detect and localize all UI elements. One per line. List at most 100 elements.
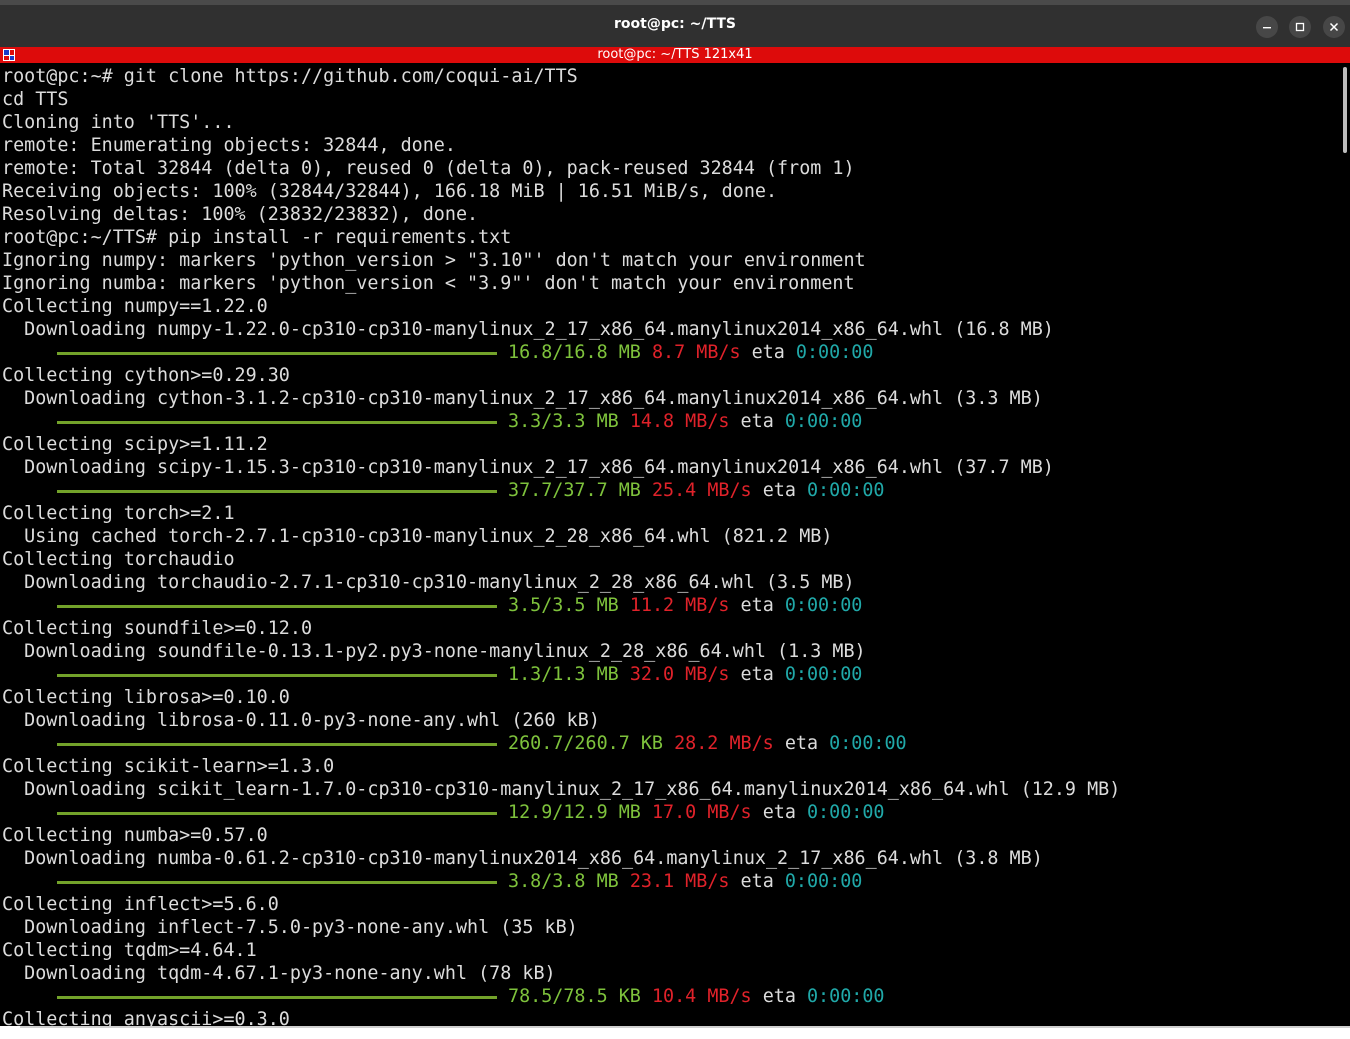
download-progress-bar <box>57 674 497 677</box>
download-rate: 28.2 MB/s <box>674 733 774 754</box>
download-rate: 32.0 MB/s <box>629 664 730 685</box>
eta-value: 0:00:00 <box>795 342 874 363</box>
terminal-window: root@pc: ~/TTS root@pc: ~/TTS 121x41 roo… <box>0 0 1350 1026</box>
download-progress-stats: 37.7/37.7 MB 25.4 MB/s eta 0:00:00 <box>508 479 885 502</box>
terminal-line: Collecting torchaudio <box>2 549 235 570</box>
terminal-line: Downloading numba-0.61.2-cp310-cp310-man… <box>2 848 1043 869</box>
terminal-line: cd TTS <box>2 89 69 110</box>
download-progress-bar <box>57 490 497 493</box>
download-rate: 10.4 MB/s <box>651 986 752 1007</box>
eta-value: 0:00:00 <box>784 411 863 432</box>
terminal-line: root@pc:~/TTS# pip install -r requiremen… <box>2 227 512 248</box>
terminal-line: Collecting soundfile>=0.12.0 <box>2 618 313 639</box>
terminal-scrollbar[interactable] <box>1340 63 1350 1026</box>
minimize-icon <box>1263 27 1271 29</box>
window-titlebar[interactable]: root@pc: ~/TTS <box>0 0 1350 47</box>
maximize-button[interactable] <box>1289 16 1311 38</box>
eta-label: eta <box>740 595 774 616</box>
terminal-line: Downloading torchaudio-2.7.1-cp310-cp310… <box>2 572 855 593</box>
download-progress-stats: 1.3/1.3 MB 32.0 MB/s eta 0:00:00 <box>508 663 862 686</box>
download-progress-stats: 16.8/16.8 MB 8.7 MB/s eta 0:00:00 <box>508 341 873 364</box>
download-size: 3.5/3.5 MB <box>508 595 619 616</box>
scrollbar-thumb[interactable] <box>1343 67 1347 153</box>
download-progress-stats: 78.5/78.5 KB 10.4 MB/s eta 0:00:00 <box>508 985 885 1008</box>
terminal-line: Downloading tqdm-4.67.1-py3-none-any.whl… <box>2 963 556 984</box>
download-size: 12.9/12.9 MB <box>508 802 641 823</box>
minimize-button[interactable] <box>1256 16 1278 38</box>
terminal-line: Receiving objects: 100% (32844/32844), 1… <box>2 181 778 202</box>
terminal-line: Collecting cython>=0.29.30 <box>2 365 290 386</box>
eta-value: 0:00:00 <box>806 480 885 501</box>
eta-value: 0:00:00 <box>829 733 907 754</box>
download-rate: 23.1 MB/s <box>629 871 730 892</box>
terminal-line: Downloading scikit_learn-1.7.0-cp310-cp3… <box>2 779 1121 800</box>
terminal-line: Collecting librosa>=0.10.0 <box>2 687 290 708</box>
download-progress-bar <box>57 421 497 424</box>
desktop-edge <box>0 1026 1350 1039</box>
terminal-line: Collecting anyascii>=0.3.0 <box>2 1009 290 1026</box>
download-progress-bar <box>57 881 497 884</box>
download-progress-stats: 3.8/3.8 MB 23.1 MB/s eta 0:00:00 <box>508 870 862 893</box>
download-progress-stats: 3.5/3.5 MB 11.2 MB/s eta 0:00:00 <box>508 594 862 617</box>
terminal-line: Cloning into 'TTS'... <box>2 112 235 133</box>
download-size: 78.5/78.5 KB <box>508 986 641 1007</box>
download-size: 16.8/16.8 MB <box>508 342 641 363</box>
eta-label: eta <box>751 342 785 363</box>
eta-value: 0:00:00 <box>806 802 885 823</box>
download-progress-stats: 3.3/3.3 MB 14.8 MB/s eta 0:00:00 <box>508 410 862 433</box>
terminal-line: Collecting tqdm>=4.64.1 <box>2 940 257 961</box>
download-rate: 8.7 MB/s <box>651 342 741 363</box>
eta-value: 0:00:00 <box>784 871 863 892</box>
close-button[interactable] <box>1323 16 1345 38</box>
terminal-line: Collecting scipy>=1.11.2 <box>2 434 268 455</box>
terminal-line: Collecting scikit-learn>=1.3.0 <box>2 756 335 777</box>
eta-label: eta <box>762 986 796 1007</box>
download-size: 3.8/3.8 MB <box>508 871 619 892</box>
download-size: 3.3/3.3 MB <box>508 411 619 432</box>
terminal-line: Collecting numba>=0.57.0 <box>2 825 268 846</box>
download-size: 260.7/260.7 KB <box>508 733 664 754</box>
download-rate: 11.2 MB/s <box>629 595 730 616</box>
maximize-icon <box>1295 22 1305 32</box>
download-size: 1.3/1.3 MB <box>508 664 619 685</box>
eta-value: 0:00:00 <box>806 986 885 1007</box>
eta-value: 0:00:00 <box>784 595 863 616</box>
terminal-line: Collecting torch>=2.1 <box>2 503 235 524</box>
terminal-line: root@pc:~# git clone https://github.com/… <box>2 66 578 87</box>
close-icon <box>1329 22 1339 32</box>
tmux-status-bar: root@pc: ~/TTS 121x41 <box>0 47 1350 63</box>
eta-label: eta <box>740 664 774 685</box>
terminal-line: Downloading scipy-1.15.3-cp310-cp310-man… <box>2 457 1054 478</box>
download-rate: 14.8 MB/s <box>629 411 730 432</box>
terminal-line: Downloading cython-3.1.2-cp310-cp310-man… <box>2 388 1043 409</box>
download-progress-stats: 12.9/12.9 MB 17.0 MB/s eta 0:00:00 <box>508 801 885 824</box>
terminal-output[interactable]: root@pc:~# git clone https://github.com/… <box>2 65 1338 1026</box>
terminal-line: Downloading soundfile-0.13.1-py2.py3-non… <box>2 641 866 662</box>
terminal-line: Downloading librosa-0.11.0-py3-none-any.… <box>2 710 600 731</box>
terminal-line: remote: Enumerating objects: 32844, done… <box>2 135 456 156</box>
eta-label: eta <box>784 733 819 754</box>
download-progress-bar <box>57 605 497 608</box>
download-rate: 25.4 MB/s <box>651 480 752 501</box>
eta-label: eta <box>740 411 774 432</box>
download-progress-stats: 260.7/260.7 KB 28.2 MB/s eta 0:00:00 <box>508 732 907 755</box>
eta-value: 0:00:00 <box>784 664 863 685</box>
terminal-line: Collecting inflect>=5.6.0 <box>2 894 279 915</box>
eta-label: eta <box>740 871 774 892</box>
eta-label: eta <box>762 480 796 501</box>
download-progress-bar <box>57 812 497 815</box>
tmux-pane-title: root@pc: ~/TTS 121x41 <box>597 47 753 62</box>
eta-label: eta <box>762 802 796 823</box>
terminal-line: Using cached torch-2.7.1-cp310-cp310-man… <box>2 526 833 547</box>
window-title: root@pc: ~/TTS <box>614 16 736 32</box>
download-progress-bar <box>57 352 497 355</box>
terminal-line: Downloading inflect-7.5.0-py3-none-any.w… <box>2 917 578 938</box>
download-rate: 17.0 MB/s <box>651 802 752 823</box>
terminal-line: Ignoring numba: markers 'python_version … <box>2 273 855 294</box>
terminal-line: remote: Total 32844 (delta 0), reused 0 … <box>2 158 855 179</box>
download-progress-bar <box>57 996 497 999</box>
terminal-line: Ignoring numpy: markers 'python_version … <box>2 250 866 271</box>
terminal-line: Downloading numpy-1.22.0-cp310-cp310-man… <box>2 319 1054 340</box>
terminal-line: Resolving deltas: 100% (23832/23832), do… <box>2 204 479 225</box>
download-size: 37.7/37.7 MB <box>508 480 641 501</box>
